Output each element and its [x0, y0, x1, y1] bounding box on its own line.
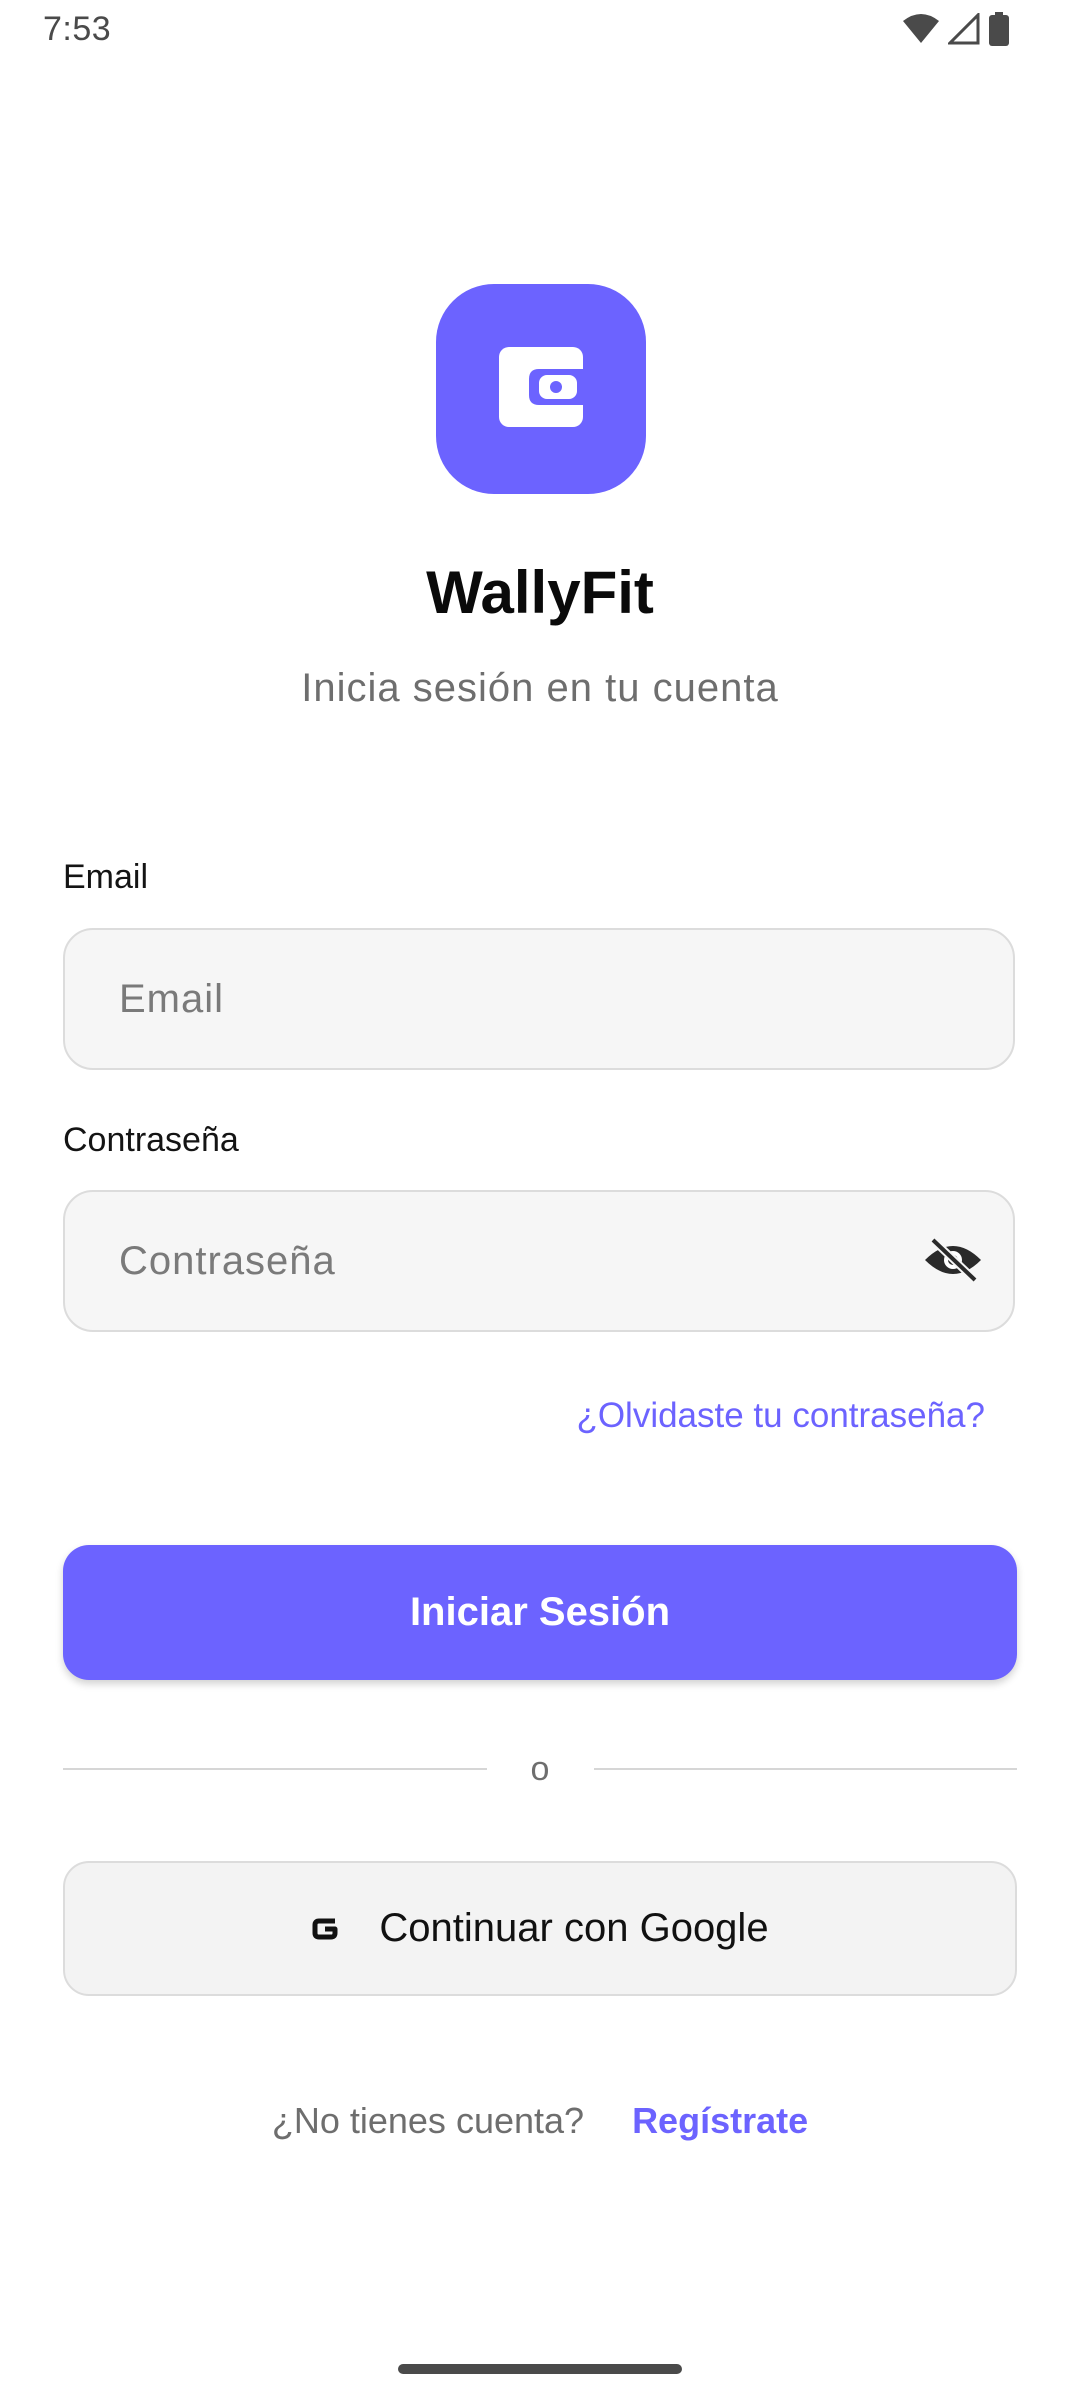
login-button[interactable]: Iniciar Sesión — [63, 1545, 1017, 1680]
divider-line-right — [594, 1768, 1017, 1770]
home-indicator[interactable] — [398, 2364, 682, 2374]
google-icon — [311, 1915, 339, 1943]
app-logo — [436, 284, 646, 494]
battery-icon — [988, 12, 1010, 51]
password-field[interactable] — [117, 1237, 961, 1285]
wifi-icon — [902, 13, 940, 50]
signup-row: ¿No tienes cuenta? Regístrate — [0, 2100, 1080, 2142]
google-signin-label: Continuar con Google — [379, 1906, 769, 1950]
email-field[interactable] — [117, 975, 961, 1023]
eye-off-icon — [923, 1236, 983, 1287]
signup-prompt: ¿No tienes cuenta? — [271, 2100, 585, 2141]
password-field-container — [63, 1190, 1015, 1332]
email-field-container — [63, 928, 1015, 1070]
email-label: Email — [63, 858, 149, 896]
login-screen: 7:53 WallyFit Inicia sesión en tu cuenta… — [0, 0, 1080, 2400]
password-label: Contraseña — [63, 1121, 239, 1159]
signal-icon — [946, 11, 980, 50]
status-time: 7:53 — [43, 10, 112, 48]
wallet-icon — [499, 346, 583, 432]
app-title: WallyFit — [426, 559, 654, 626]
page-subtitle: Inicia sesión en tu cuenta — [301, 666, 779, 710]
forgot-password-link[interactable]: ¿Olvidaste tu contraseña? — [576, 1396, 985, 1436]
status-icons — [902, 11, 1010, 51]
google-signin-button[interactable]: Continuar con Google — [63, 1861, 1017, 1996]
signup-link[interactable]: Regístrate — [632, 2100, 808, 2141]
password-visibility-toggle[interactable] — [921, 1232, 985, 1292]
